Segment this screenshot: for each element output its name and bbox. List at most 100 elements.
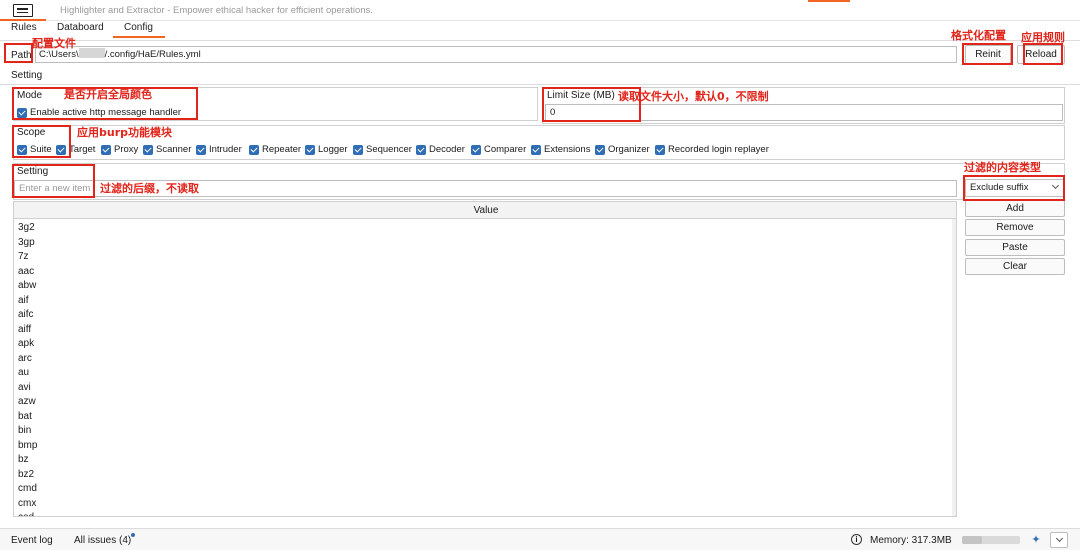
top-accent-line [808,0,850,2]
list-item[interactable]: 7z [14,250,954,265]
value-column-header[interactable]: Value [14,202,956,219]
logo-accent-line [0,19,46,21]
memory-bar-fill [962,536,983,544]
divider [0,84,1080,85]
divider [0,40,1080,41]
scope-label: Organizer [608,144,650,155]
list-item[interactable]: avi [14,381,954,396]
annotation-limit: 读取文件大小，默认0，不限制 [618,90,769,103]
list-item[interactable]: cod [14,511,954,516]
path-label: Path [11,50,32,61]
scope-label: Intruder [209,144,242,155]
event-log-link[interactable]: Event log [11,535,53,546]
chevron-down-icon [1055,534,1064,543]
mode-title: Mode [17,90,43,101]
values-list: 3g2 3gp 7z aac abw aif aifc aiff apk arc au avi azw b… [14,221,954,516]
path-value-suffix: /.config/HaE/Rules.yml [104,49,201,60]
annotation-type: 过滤的内容类型 [964,161,1041,174]
scope-label: Scanner [156,144,192,155]
list-item[interactable]: bat [14,410,954,425]
setting-section-title: Setting [11,70,43,81]
mode-checkbox[interactable] [17,108,27,118]
redacted-username [78,48,105,58]
list-item[interactable]: aifc [14,308,954,323]
repeater-checkbox[interactable] [249,145,259,155]
scope-label: Sequencer [366,144,412,155]
info-icon[interactable]: i [851,534,862,545]
list-item[interactable]: abw [14,279,954,294]
add-button[interactable]: Add [965,200,1065,217]
list-item[interactable]: bz2 [14,468,954,483]
extensions-checkbox[interactable] [531,145,541,155]
proxy-checkbox[interactable] [101,145,111,155]
annotation-scope: 应用burp功能模块 [77,126,173,139]
annotation-reinit: 格式化配置 [951,29,1006,42]
list-item[interactable]: aif [14,294,954,309]
scanner-checkbox[interactable] [143,145,153,155]
clear-button[interactable]: Clear [965,258,1065,275]
mode-checkbox-label: Enable active http message handler [30,107,182,118]
logger-checkbox[interactable] [305,145,315,155]
intruder-checkbox[interactable] [196,145,206,155]
scope-title: Scope [17,127,46,138]
memory-readout: Memory: 317.3MB [870,535,952,546]
scope-label: Logger [318,144,348,155]
suite-checkbox[interactable] [17,145,27,155]
status-bar: Event log All issues (4) i Memory: 317.3… [0,528,1080,550]
list-item[interactable]: bz [14,453,954,468]
title-bar: Highlighter and Extractor - Empower ethi… [0,0,1080,21]
decoder-checkbox[interactable] [416,145,426,155]
vertical-scrollbar[interactable] [952,219,956,516]
organizer-checkbox[interactable] [595,145,605,155]
limit-size-input[interactable]: 0 [545,104,1063,121]
active-tab-indicator [113,36,165,38]
path-input[interactable]: C:\Users\/.config/HaE/Rules.yml [35,46,957,63]
filter-type-select[interactable]: Exclude suffix [965,179,1065,197]
list-item[interactable]: cmd [14,482,954,497]
all-issues-link[interactable]: All issues (4) [74,535,131,546]
reinit-button[interactable]: Reinit [965,45,1011,64]
app-title: Highlighter and Extractor - Empower ethi… [60,5,373,16]
target-checkbox[interactable] [56,145,66,155]
list-item[interactable]: cmx [14,497,954,512]
scope-label: Proxy [114,144,139,155]
scope-label: Suite [30,144,52,155]
list-item[interactable]: bin [14,424,954,439]
list-item[interactable]: apk [14,337,954,352]
list-item[interactable]: azw [14,395,954,410]
sparkle-icon[interactable]: ✦ [1029,533,1043,547]
tab-rules[interactable]: Rules [11,22,37,33]
tab-config[interactable]: Config [124,22,153,33]
list-item[interactable]: bmp [14,439,954,454]
list-item[interactable]: aac [14,265,954,280]
recorded-login-replayer-checkbox[interactable] [655,145,665,155]
list-item[interactable]: aiff [14,323,954,338]
memory-bar [962,536,1020,544]
annotation-path: 配置文件 [32,37,76,50]
reload-button[interactable]: Reload [1017,45,1065,64]
annotation-suffix: 过滤的后缀，不读取 [100,182,199,195]
filter-type-value: Exclude suffix [970,182,1029,193]
sequencer-checkbox[interactable] [353,145,363,155]
comparer-checkbox[interactable] [471,145,481,155]
list-item[interactable]: 3gp [14,236,954,251]
list-item[interactable]: arc [14,352,954,367]
scope-label: Target [69,144,96,155]
scope-label: Repeater [262,144,302,155]
tab-databoard[interactable]: Databoard [57,22,104,33]
scope-label: Comparer [484,144,527,155]
status-dropdown[interactable] [1050,532,1068,548]
list-item[interactable]: au [14,366,954,381]
annotation-mode: 是否开启全局颜色 [64,88,152,101]
chevron-down-icon [1051,181,1060,190]
list-item[interactable]: 3g2 [14,221,954,236]
hae-logo-icon [13,4,33,17]
annotation-reload: 应用规则 [1021,31,1065,44]
notification-dot [131,533,135,537]
paste-button[interactable]: Paste [965,239,1065,256]
remove-button[interactable]: Remove [965,219,1065,236]
limit-size-title: Limit Size (MB) [547,90,615,101]
scope-label: Decoder [429,144,465,155]
scope-label: Recorded login replayer [668,144,769,155]
filter-setting-title: Setting [17,166,49,177]
